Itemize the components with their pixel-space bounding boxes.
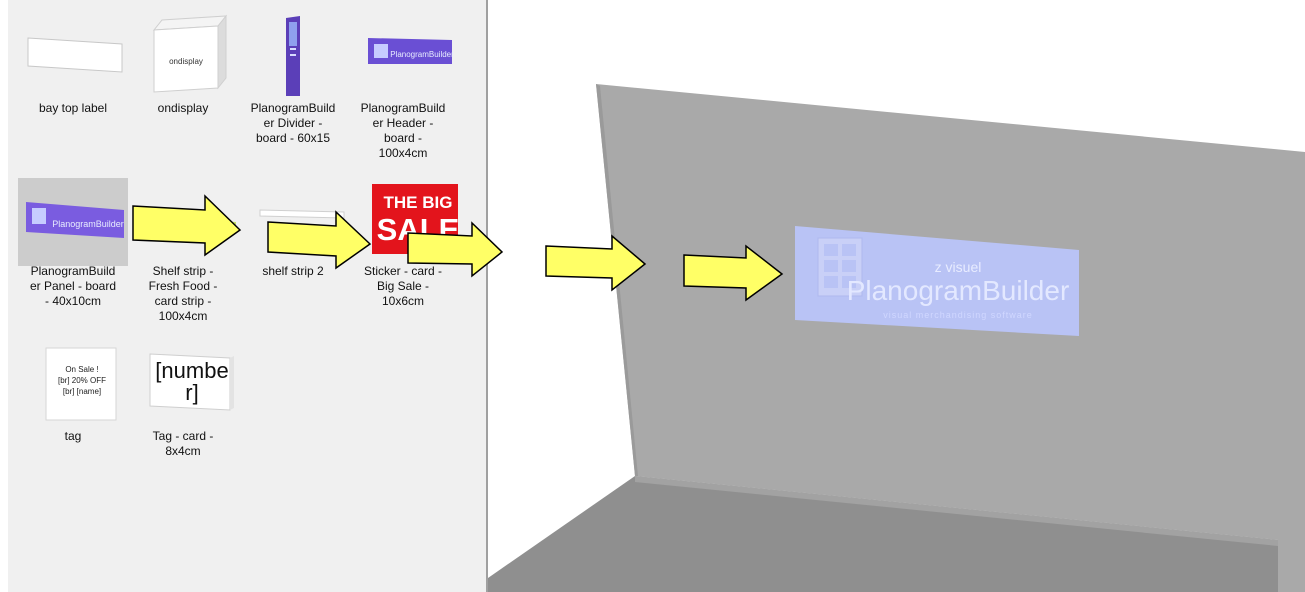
library-item-label: PlanogramBuild er Header - board - 100x4…: [360, 101, 446, 160]
library-item-label: tag: [64, 429, 82, 443]
library-item-sticker-big-sale[interactable]: THE BIG SALE Sticker - card - Big Sale -…: [348, 178, 468, 308]
library-item-shelf-strip-2[interactable]: shelf strip 2: [238, 178, 348, 278]
library-item-panel-board[interactable]: PlanogramBuilder PlanogramBuild er Panel…: [18, 178, 128, 308]
ondisplay-thumbnail: ondisplay: [128, 8, 238, 96]
header-board-thumb-text: PlanogramBuilder: [390, 50, 454, 59]
shelf-strip-2-thumbnail: [238, 178, 348, 266]
sign-title: PlanogramBuilder: [847, 275, 1070, 306]
library-item-bay-top-label[interactable]: bay top label: [18, 8, 128, 115]
sticker-big-sale-thumbnail: THE BIG SALE: [348, 178, 468, 266]
library-item-tag[interactable]: On Sale ! [br] 20% OFF [br] [name] tag: [18, 338, 128, 443]
library-item-label: shelf strip 2: [262, 264, 324, 278]
panel-board-thumbnail: PlanogramBuilder: [18, 178, 128, 266]
tag-thumb-line2: [br] 20% OFF: [58, 376, 106, 385]
3d-viewport[interactable]: z visuel PlanogramBuilder visual merchan…: [488, 0, 1305, 592]
shelf-strip-thumbnail: [128, 178, 238, 266]
header-board-thumbnail: PlanogramBuilder: [348, 8, 458, 96]
tag-thumb-line1: On Sale !: [65, 365, 98, 374]
ondisplay-thumb-text: ondisplay: [169, 57, 203, 66]
sign-tagline: visual merchandising software: [883, 310, 1033, 320]
sign-brand: z visuel: [935, 259, 982, 275]
bay-top-label-thumbnail: [18, 8, 128, 96]
tag-card-thumbnail: [numbe r]: [128, 338, 238, 426]
library-item-label: PlanogramBuild er Panel - board - 40x10c…: [29, 264, 117, 308]
library-item-label: bay top label: [38, 101, 108, 115]
library-item-divider-board[interactable]: PlanogramBuild er Divider - board - 60x1…: [238, 8, 348, 145]
library-item-header-board[interactable]: PlanogramBuilder PlanogramBuild er Heade…: [348, 8, 458, 160]
library-item-label: ondisplay: [157, 101, 209, 115]
library-item-label: Tag - card - 8x4cm: [152, 429, 214, 458]
library-item-label: Shelf strip - Fresh Food - card strip - …: [148, 264, 218, 323]
sticker-thumb-line1: THE BIG: [384, 193, 453, 212]
tag-thumbnail: On Sale ! [br] 20% OFF [br] [name]: [18, 338, 128, 426]
library-item-label: PlanogramBuild er Divider - board - 60x1…: [250, 101, 336, 145]
library-item-ondisplay[interactable]: ondisplay ondisplay: [128, 8, 238, 115]
library-item-shelf-strip-fresh-food[interactable]: Shelf strip - Fresh Food - card strip - …: [128, 178, 238, 323]
library-item-label: Sticker - card - Big Sale - 10x6cm: [363, 264, 442, 308]
sticker-thumb-line2: SALE: [377, 212, 458, 247]
divider-board-thumbnail: [238, 8, 348, 100]
tag-thumb-line3: [br] [name]: [63, 387, 101, 396]
object-library-panel: bay top label ondisplay ondisplay Planog…: [8, 0, 486, 592]
panel-board-thumb-text: PlanogramBuilder: [52, 219, 124, 229]
tag-card-thumb-line: r]: [185, 380, 198, 405]
library-item-tag-card[interactable]: [numbe r] Tag - card - 8x4cm: [128, 338, 238, 458]
